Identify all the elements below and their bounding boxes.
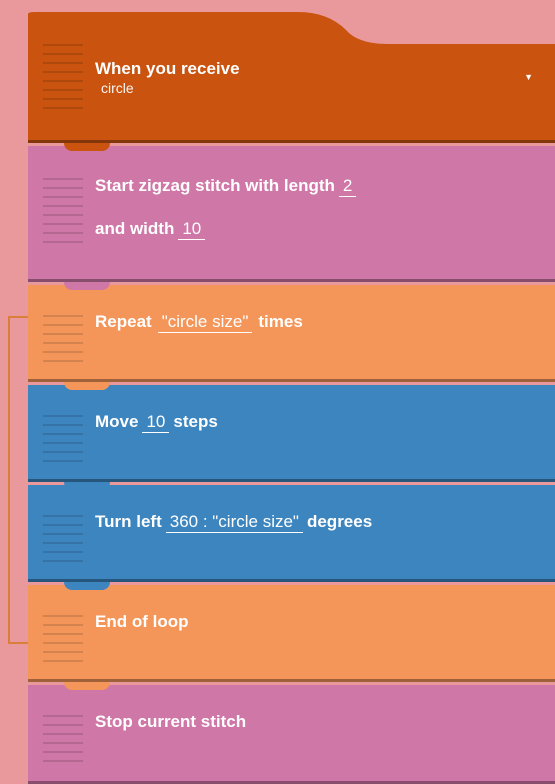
drag-handle[interactable]: [43, 715, 83, 784]
repeat-label: Repeat: [95, 312, 152, 331]
block-notch: [64, 143, 110, 151]
times-label: times: [258, 312, 303, 331]
degrees-label: degrees: [306, 512, 373, 531]
steps-label: steps: [173, 412, 218, 431]
move-block[interactable]: Move 10 steps: [28, 385, 555, 482]
block-label: Move 10 steps: [95, 412, 218, 433]
block-notch: [64, 482, 110, 490]
drag-handle[interactable]: [43, 615, 83, 682]
turn-left-block[interactable]: Turn left 360 : "circle size" degrees: [28, 485, 555, 582]
script-area: When you receive circle ▼ Start zigzag s…: [28, 0, 555, 784]
chevron-down-icon[interactable]: ▼: [524, 72, 533, 82]
degrees-input[interactable]: 360 : "circle size": [165, 512, 303, 533]
repeat-block[interactable]: Repeat "circle size" times: [28, 285, 555, 382]
end-loop-block[interactable]: End of loop: [28, 585, 555, 682]
drag-handle[interactable]: [43, 178, 83, 282]
steps-input[interactable]: 10: [142, 412, 170, 433]
block-label: Turn left 360 : "circle size" degrees: [95, 512, 372, 533]
start-zigzag-block[interactable]: Start zigzag stitch with length 2 and wid…: [28, 146, 555, 282]
block-label: When you receive: [95, 59, 240, 78]
width-input[interactable]: 10: [178, 219, 206, 240]
block-label: Start zigzag stitch with length 2: [95, 176, 360, 197]
drag-handle[interactable]: [43, 315, 83, 382]
drag-handle[interactable]: [43, 44, 83, 143]
hat-curve: [28, 0, 555, 44]
message-value[interactable]: circle: [101, 80, 134, 96]
stop-stitch-block[interactable]: Stop current stitch: [28, 685, 555, 784]
drag-handle[interactable]: [43, 415, 83, 482]
block-notch: [64, 282, 110, 290]
block-label: Stop current stitch: [95, 712, 247, 731]
loop-bracket: [8, 316, 28, 644]
move-label: Move: [95, 412, 139, 431]
block-label-2: and width 10: [95, 219, 209, 240]
zigzag-label-1: Start zigzag stitch with length: [95, 176, 335, 195]
drag-handle[interactable]: [43, 515, 83, 582]
block-notch: [64, 582, 110, 590]
zigzag-label-2: and width: [95, 219, 175, 238]
block-notch: [64, 682, 110, 690]
repeat-count-input[interactable]: "circle size": [157, 312, 253, 333]
block-label: End of loop: [95, 612, 189, 631]
turn-left-label: Turn left: [95, 512, 162, 531]
block-label: Repeat "circle size" times: [95, 312, 303, 333]
when-receive-block[interactable]: When you receive circle ▼: [28, 0, 555, 143]
length-input[interactable]: 2: [338, 176, 357, 197]
block-notch: [64, 382, 110, 390]
